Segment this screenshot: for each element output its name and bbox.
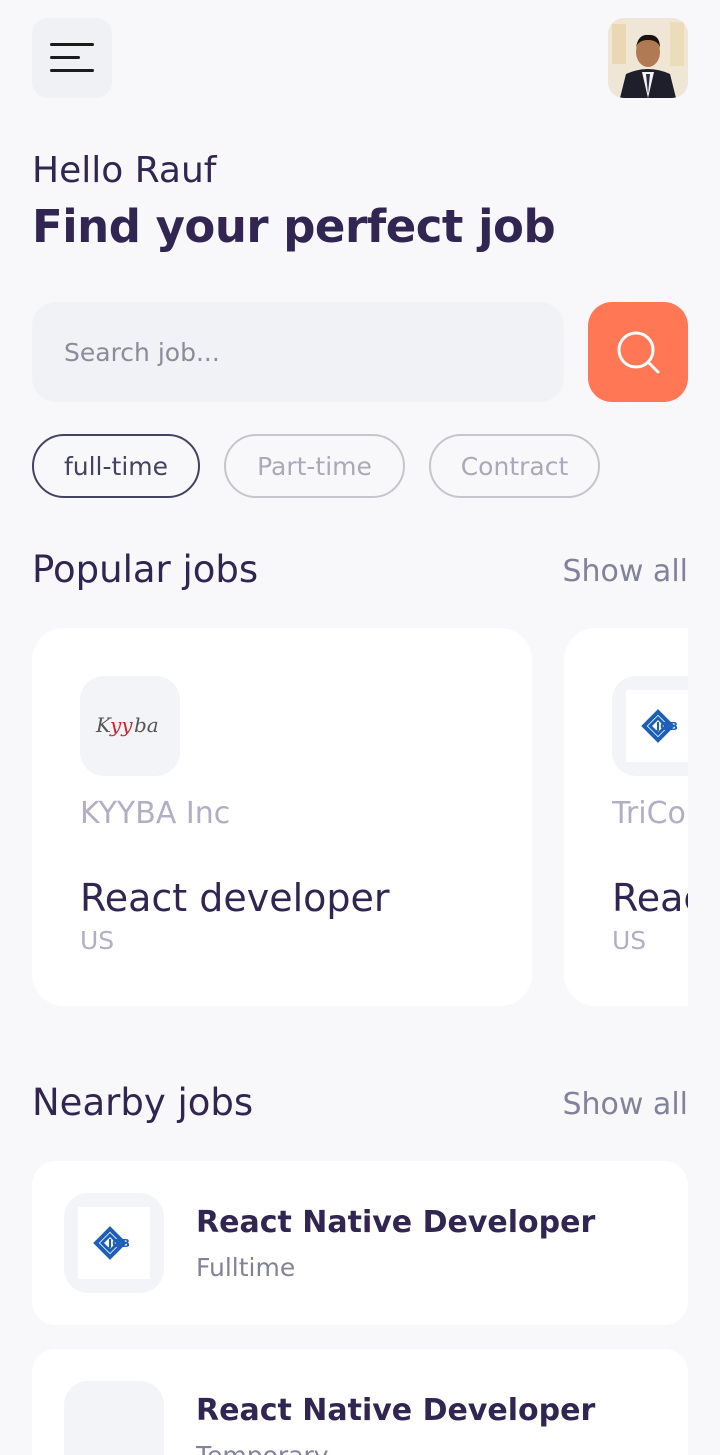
profile-photo-icon <box>608 18 688 98</box>
popular-job-card[interactable]: K yy ba KYYBA Inc React developer US <box>32 628 532 1006</box>
job-title: React <box>612 876 688 920</box>
tab-contract[interactable]: Contract <box>429 434 600 498</box>
job-logo-icon: JOB <box>93 1226 130 1260</box>
job-type: Fulltime <box>196 1253 296 1282</box>
menu-button[interactable] <box>32 18 112 98</box>
job-title: React developer <box>80 876 390 920</box>
popular-jobs-title: Popular jobs <box>32 548 259 591</box>
company-logo: JOB <box>64 1193 164 1293</box>
svg-text:ba: ba <box>134 713 159 737</box>
nearby-show-all-link[interactable]: Show all <box>562 1087 688 1122</box>
company-logo <box>64 1381 164 1455</box>
page-title: Find your perfect job <box>32 200 556 253</box>
popular-show-all-link[interactable]: Show all <box>562 554 688 589</box>
job-type: Temporary <box>196 1441 329 1455</box>
search-button[interactable] <box>588 302 688 402</box>
avatar[interactable] <box>608 18 688 98</box>
kyyba-logo-icon: K yy ba <box>95 713 159 737</box>
search-input[interactable] <box>64 302 544 402</box>
popular-job-card[interactable]: JOB TriCo React US <box>564 628 688 1006</box>
search-icon <box>617 331 660 374</box>
search-container <box>32 302 564 402</box>
company-logo: K yy ba <box>80 676 180 776</box>
job-title: React Native Developer <box>196 1205 596 1240</box>
greeting: Hello Rauf <box>32 150 217 191</box>
company-name: KYYBA Inc <box>80 796 231 831</box>
job-country: US <box>80 926 115 955</box>
tab-part-time[interactable]: Part-time <box>224 434 405 498</box>
svg-text:JOB: JOB <box>107 1237 130 1250</box>
job-title: React Native Developer <box>196 1393 596 1428</box>
menu-icon <box>50 43 94 46</box>
company-name: TriCo <box>612 796 686 831</box>
svg-text:yy: yy <box>109 713 133 737</box>
company-logo: JOB <box>612 676 688 776</box>
nearby-job-card[interactable]: React Native Developer Temporary <box>32 1349 688 1455</box>
nearby-jobs-title: Nearby jobs <box>32 1081 254 1124</box>
nearby-job-card[interactable]: JOB React Native Developer Fulltime <box>32 1161 688 1325</box>
tab-full-time[interactable]: full-time <box>32 434 200 498</box>
job-logo-icon: JOB <box>641 709 678 743</box>
svg-text:JOB: JOB <box>655 720 678 733</box>
job-country: US <box>612 926 647 955</box>
